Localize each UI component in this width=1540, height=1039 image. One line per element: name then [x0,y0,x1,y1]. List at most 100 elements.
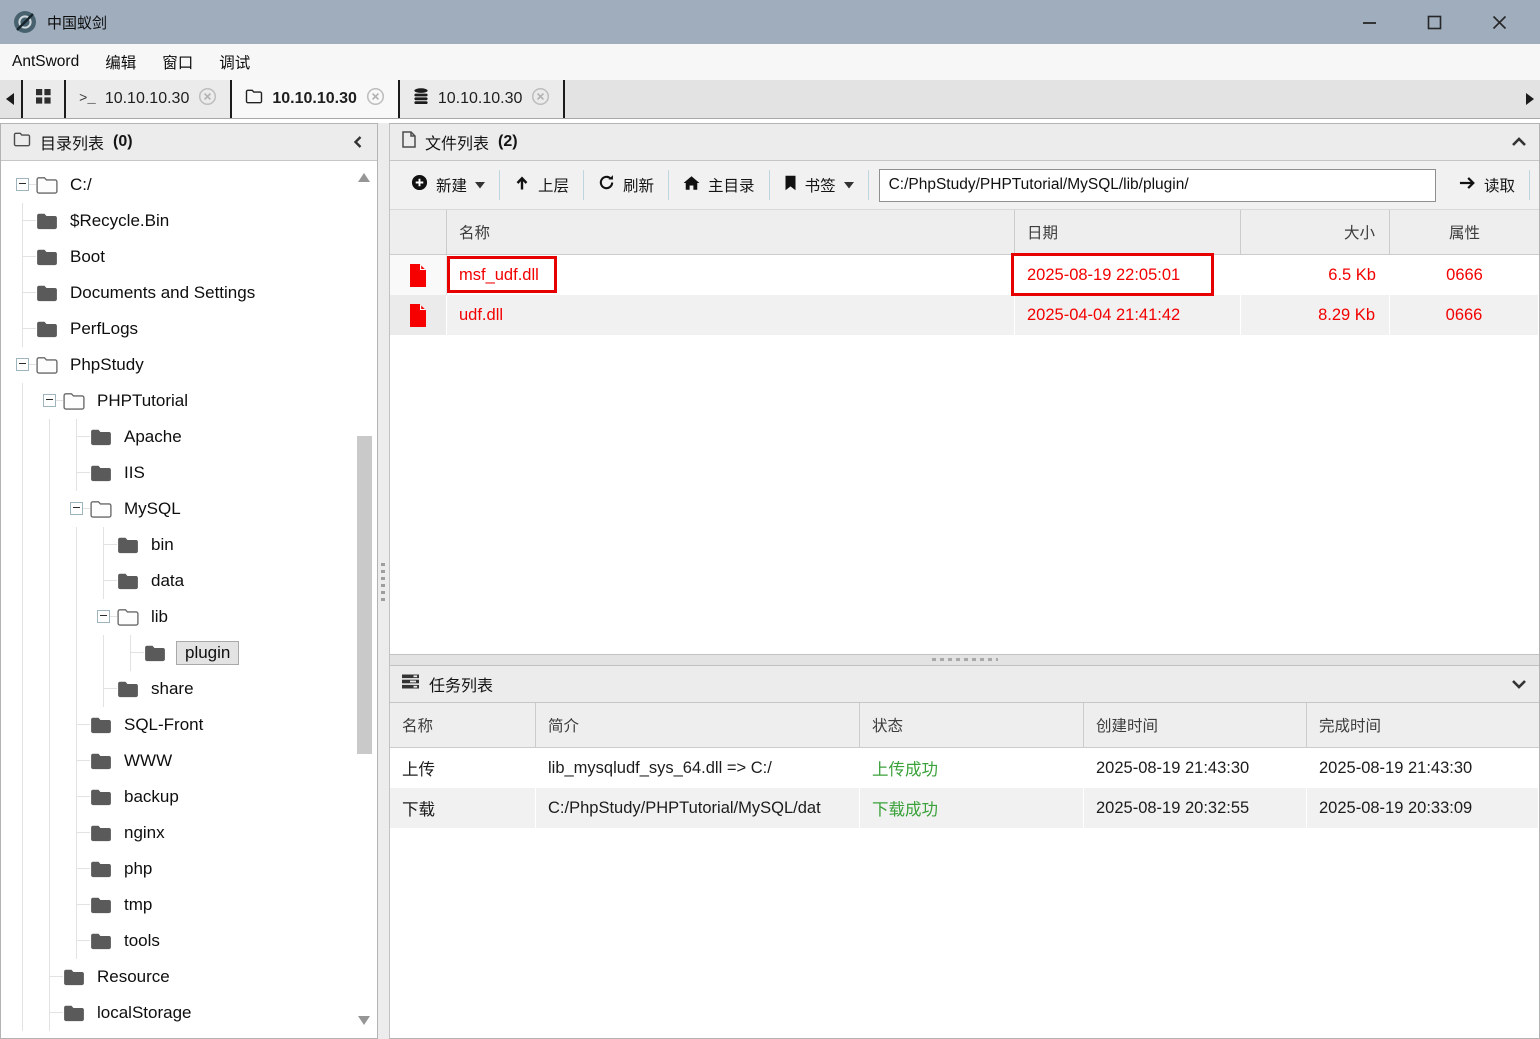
file-attr: 0666 [1390,295,1539,335]
tree-guide [9,851,36,887]
tab-close-icon[interactable] [531,87,550,111]
folder-icon [36,248,58,266]
file-row-udf-dll[interactable]: udf.dll2025-04-04 21:41:428.29 Kb0666 [390,295,1539,335]
scroll-up-icon[interactable] [358,169,370,187]
scrollbar-thumb[interactable] [357,436,372,755]
chevron-down-icon[interactable] [1511,678,1527,690]
tab-label: 10.10.10.30 [105,90,190,108]
tree-item-share[interactable]: share [9,671,377,707]
menu-edit[interactable]: 编辑 [92,51,149,73]
tree-item-label: MySQL [122,498,183,520]
new-button[interactable]: 新建 [398,161,498,209]
tree-expander-icon[interactable] [9,347,36,383]
tree-item-phpstudy[interactable]: PhpStudy [9,347,377,383]
menu-window[interactable]: 窗口 [149,51,206,73]
tree-item-bin[interactable]: bin [9,527,377,563]
file-icon-cell [390,255,447,295]
tree-expander-icon[interactable] [36,383,63,419]
tree-expander-icon[interactable] [90,599,117,635]
folder-icon [63,968,85,986]
tab-close-icon[interactable] [366,87,385,111]
tree-item-resource[interactable]: Resource [9,959,377,995]
terminal-icon: >_ [79,91,96,107]
file-size: 8.29 Kb [1241,295,1390,335]
file-count: (2) [498,133,518,151]
task-name: 下载 [390,788,536,828]
file-row-msf-udf-dll[interactable]: msf_udf.dll2025-08-19 22:05:016.5 Kb0666 [390,255,1539,295]
tab-terminal[interactable]: >_ 10.10.10.30 [66,80,232,118]
bookmark-button[interactable]: 书签 [771,161,867,209]
menu-antsword[interactable]: AntSword [12,53,92,71]
tree-item-documents-and-settings[interactable]: Documents and Settings [9,275,377,311]
tree-item-c[interactable]: C:/ [9,167,377,203]
file-icon-cell [390,295,447,335]
tree-item-data[interactable]: data [9,563,377,599]
read-button[interactable]: 读取 [1446,161,1528,209]
tab-database[interactable]: 10.10.10.30 [400,80,566,118]
path-input[interactable] [879,169,1436,202]
maximize-button[interactable] [1426,14,1443,31]
file-name[interactable]: msf_udf.dll [447,255,1015,295]
refresh-button[interactable]: 刷新 [585,161,667,209]
tree-guide [36,419,63,455]
chevron-up-icon[interactable] [1511,136,1527,148]
tree-guide [9,311,36,347]
folder-icon [117,536,139,554]
tree-item-phptutorial[interactable]: PHPTutorial [9,383,377,419]
task-name: 上传 [390,748,536,788]
tree-item-tools[interactable]: tools [9,923,377,959]
file-list-header: 文件列表 (2) [390,124,1539,161]
tree-guide [36,635,63,671]
task-row-item-0[interactable]: 上传lib_mysqludf_sys_64.dll => C:/上传成功2025… [390,748,1539,788]
tab-scroll-left-icon[interactable] [0,80,21,118]
tree-expander-icon[interactable] [63,491,90,527]
tree-guide [63,851,90,887]
tree-item-backup[interactable]: backup [9,779,377,815]
tree-item-apache[interactable]: Apache [9,419,377,455]
scroll-down-icon[interactable] [358,1012,370,1030]
tree-scrollbar[interactable] [356,169,373,1030]
tree-guide [36,923,63,959]
file-name[interactable]: udf.dll [447,295,1015,335]
tab-file-manager[interactable]: 10.10.10.30 [232,80,400,118]
arrow-right-icon [1459,176,1476,195]
up-level-label: 上层 [538,174,569,196]
folder-outline-icon [13,132,31,152]
tasks-icon [402,674,420,694]
close-button[interactable] [1491,14,1508,31]
home-button[interactable]: 主目录 [670,161,768,209]
tree-guide [9,239,36,275]
file-outline-icon [402,131,416,153]
task-col-name: 名称 [390,703,536,747]
tab-scroll-right-icon[interactable] [1519,80,1540,118]
tree-expander-icon[interactable] [9,167,36,203]
tree-item-iis[interactable]: IIS [9,455,377,491]
tree-guide [9,635,36,671]
tree-item-php[interactable]: php [9,851,377,887]
tree-guide [9,203,36,239]
panel-splitter-horizontal[interactable] [390,654,1539,666]
home-icon [683,175,700,196]
task-row-item-1[interactable]: 下载C:/PhpStudy/PHPTutorial/MySQL/dat下载成功2… [390,788,1539,828]
folder-icon [90,788,112,806]
tree-item-www[interactable]: WWW [9,743,377,779]
menu-debug[interactable]: 调试 [206,51,263,73]
minimize-button[interactable] [1361,14,1378,31]
tree-item-plugin[interactable]: plugin [9,635,377,671]
tree-guide [36,779,63,815]
tree-item-boot[interactable]: Boot [9,239,377,275]
tab-dashboard[interactable] [21,80,66,118]
panel-splitter-vertical[interactable] [378,123,389,1039]
collapse-panel-icon[interactable] [351,134,365,150]
tree-item-lib[interactable]: lib [9,599,377,635]
tree-item-mysql[interactable]: MySQL [9,491,377,527]
tree-item-perflogs[interactable]: PerfLogs [9,311,377,347]
tab-close-icon[interactable] [198,87,217,111]
tree-guide [9,959,36,995]
up-level-button[interactable]: 上层 [501,161,582,209]
tree-item-tmp[interactable]: tmp [9,887,377,923]
tree-item-localstorage[interactable]: localStorage [9,995,377,1031]
tree-item-sql-front[interactable]: SQL-Front [9,707,377,743]
tree-item-nginx[interactable]: nginx [9,815,377,851]
tree-item-recycle-bin[interactable]: $Recycle.Bin [9,203,377,239]
